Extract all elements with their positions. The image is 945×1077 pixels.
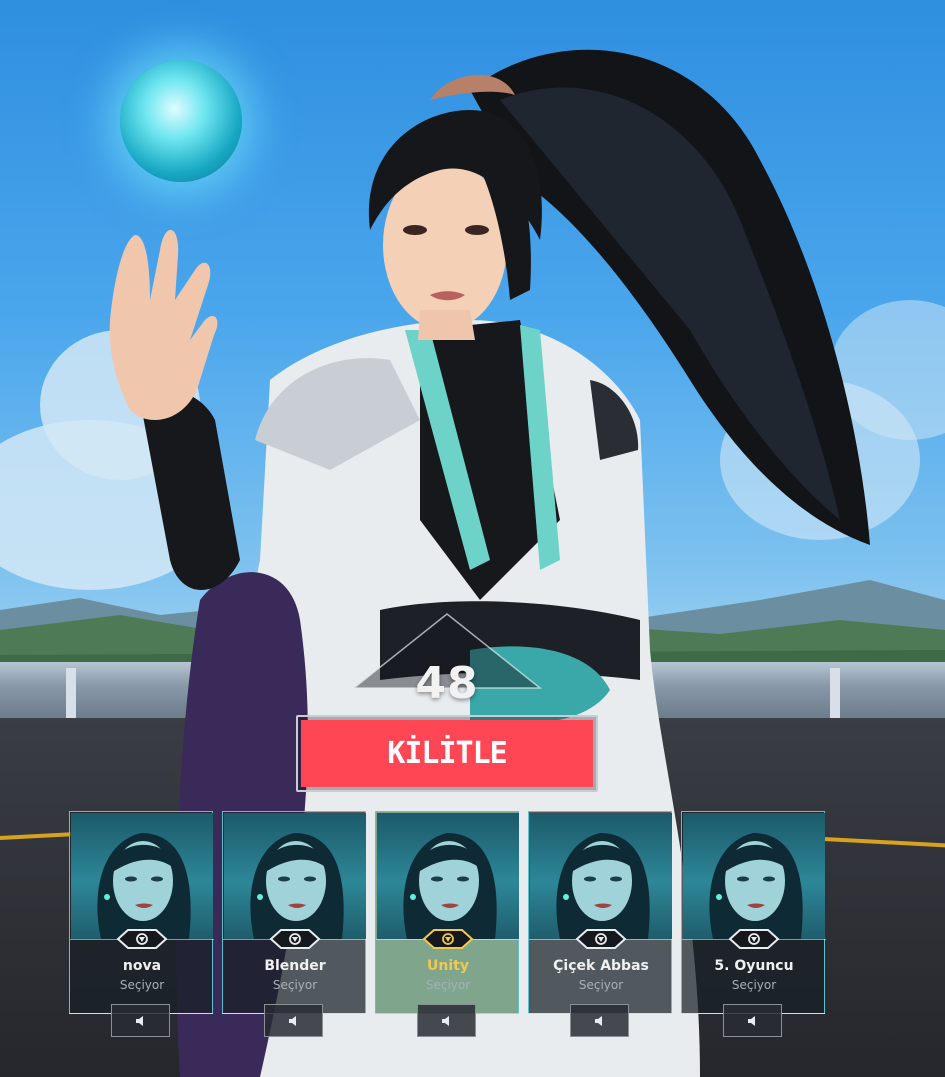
player-status: Seçiyor: [119, 978, 165, 992]
agent-portrait: [377, 813, 519, 939]
orb-icon: [120, 60, 242, 182]
speaker-icon: [594, 1015, 602, 1026]
speaker-icon: [288, 1015, 296, 1026]
controller-role-icon: [728, 929, 780, 949]
voice-toggle-button[interactable]: [264, 1004, 323, 1037]
speaker-icon: [135, 1015, 143, 1026]
party-slots: nova Seçiyor Blender Seçiyor Unity Seçiy…: [69, 811, 826, 1051]
agent-portrait: [71, 813, 213, 939]
controller-role-icon: [116, 929, 168, 949]
player-name: nova: [122, 958, 162, 974]
controller-role-icon: [269, 929, 321, 949]
player-status: Seçiyor: [272, 978, 318, 992]
voice-toggle-button[interactable]: [111, 1004, 170, 1037]
player-status: Seçiyor: [578, 978, 624, 992]
countdown-timer: 48: [415, 658, 479, 709]
voice-toggle-button[interactable]: [417, 1004, 476, 1037]
controller-role-icon: [422, 929, 474, 949]
player-card: Unity Seçiyor: [375, 811, 520, 1014]
party-slot-self[interactable]: Unity Seçiyor: [375, 811, 520, 1051]
party-slot[interactable]: 5. Oyuncu Seçiyor: [681, 811, 826, 1051]
player-status: Seçiyor: [731, 978, 777, 992]
controller-role-icon: [575, 929, 627, 949]
player-card: Blender Seçiyor: [222, 811, 367, 1014]
player-status: Seçiyor: [425, 978, 471, 992]
player-card: 5. Oyuncu Seçiyor: [681, 811, 826, 1014]
player-name: 5. Oyuncu: [714, 958, 794, 974]
agent-portrait: [530, 813, 672, 939]
player-card: nova Seçiyor: [69, 811, 214, 1014]
party-slot[interactable]: Blender Seçiyor: [222, 811, 367, 1051]
player-card: Çiçek Abbas Seçiyor: [528, 811, 673, 1014]
party-slot[interactable]: nova Seçiyor: [69, 811, 214, 1051]
agent-portrait: [224, 813, 366, 939]
player-name: Blender: [264, 958, 326, 974]
voice-toggle-button[interactable]: [723, 1004, 782, 1037]
voice-toggle-button[interactable]: [570, 1004, 629, 1037]
speaker-icon: [747, 1015, 755, 1026]
player-name: Çiçek Abbas: [553, 958, 649, 974]
agent-portrait: [683, 813, 825, 939]
speaker-icon: [441, 1015, 449, 1026]
lock-in-button[interactable]: KİLİTLE: [301, 720, 593, 787]
player-name: Unity: [427, 958, 469, 974]
party-slot[interactable]: Çiçek Abbas Seçiyor: [528, 811, 673, 1051]
